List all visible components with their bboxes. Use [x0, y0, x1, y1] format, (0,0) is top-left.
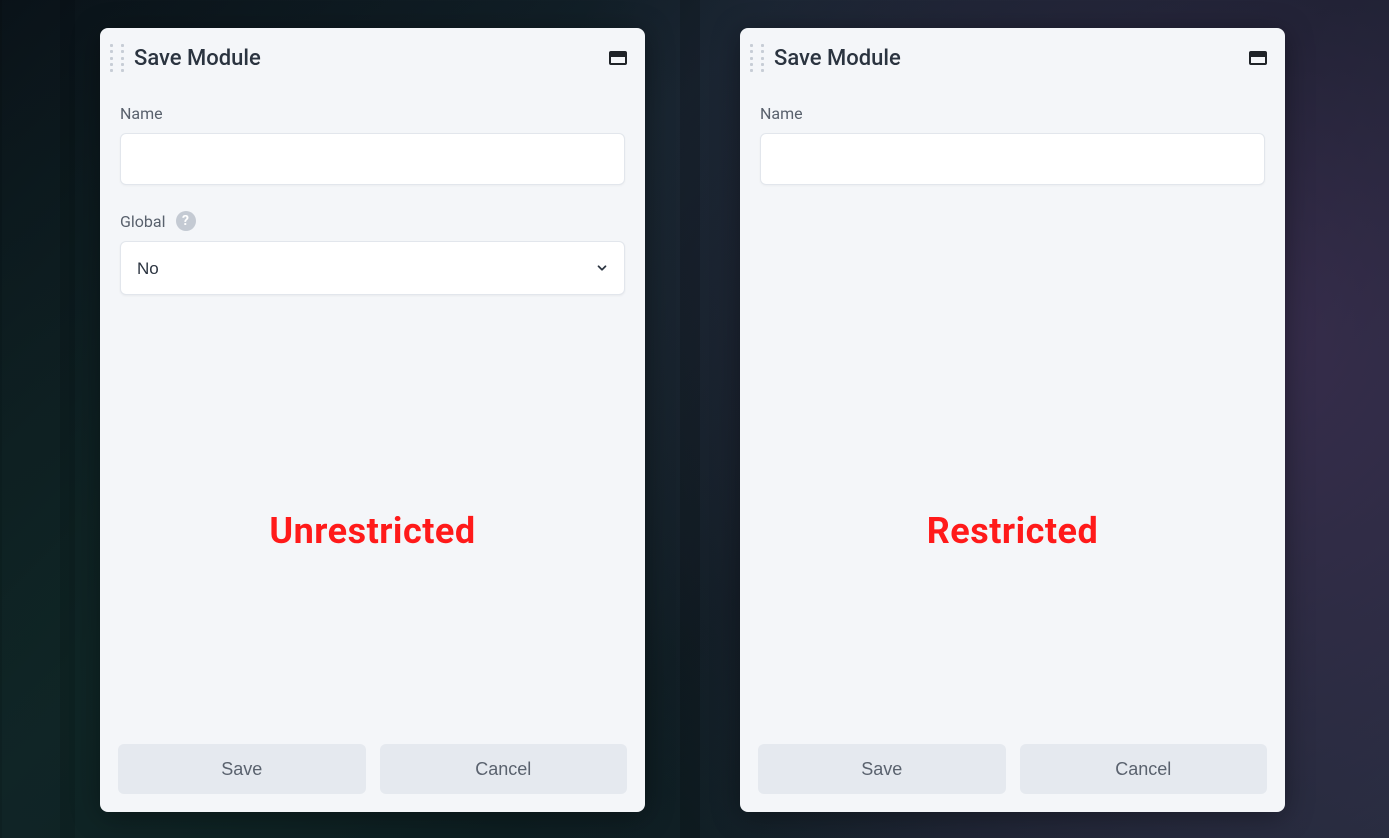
- panel-footer: Save Cancel: [100, 744, 645, 812]
- cancel-button[interactable]: Cancel: [380, 744, 628, 794]
- name-label: Name: [760, 104, 1265, 123]
- name-label: Name: [120, 104, 625, 123]
- name-input[interactable]: [120, 133, 625, 185]
- overlay-label-unrestricted: Unrestricted: [100, 510, 645, 552]
- name-input[interactable]: [760, 133, 1265, 185]
- panel-title: Save Module: [774, 46, 1249, 71]
- global-field-group: Global ? No Yes: [120, 211, 625, 295]
- panel-header: Save Module: [740, 28, 1285, 80]
- panel-body: Name Restricted: [740, 80, 1285, 744]
- save-button[interactable]: Save: [758, 744, 1006, 794]
- help-icon[interactable]: ?: [176, 211, 196, 231]
- name-field-group: Name: [760, 104, 1265, 185]
- save-button[interactable]: Save: [118, 744, 366, 794]
- panel-body: Name Global ? No Yes Unrestricted: [100, 80, 645, 744]
- overlay-label-restricted: Restricted: [740, 510, 1285, 552]
- window-maximize-icon[interactable]: [609, 51, 627, 65]
- global-label: Global: [120, 212, 166, 231]
- global-select-wrap: No Yes: [120, 241, 625, 295]
- panel-title: Save Module: [134, 46, 609, 71]
- drag-handle-icon[interactable]: [110, 44, 124, 72]
- global-label-row: Global ?: [120, 211, 625, 231]
- panel-header: Save Module: [100, 28, 645, 80]
- window-maximize-icon[interactable]: [1249, 51, 1267, 65]
- cancel-button[interactable]: Cancel: [1020, 744, 1268, 794]
- name-field-group: Name: [120, 104, 625, 185]
- save-module-panel-unrestricted: Save Module Name Global ? No Yes Unres: [100, 28, 645, 812]
- global-select[interactable]: No Yes: [120, 241, 625, 295]
- drag-handle-icon[interactable]: [750, 44, 764, 72]
- save-module-panel-restricted: Save Module Name Restricted Save Cancel: [740, 28, 1285, 812]
- panel-footer: Save Cancel: [740, 744, 1285, 812]
